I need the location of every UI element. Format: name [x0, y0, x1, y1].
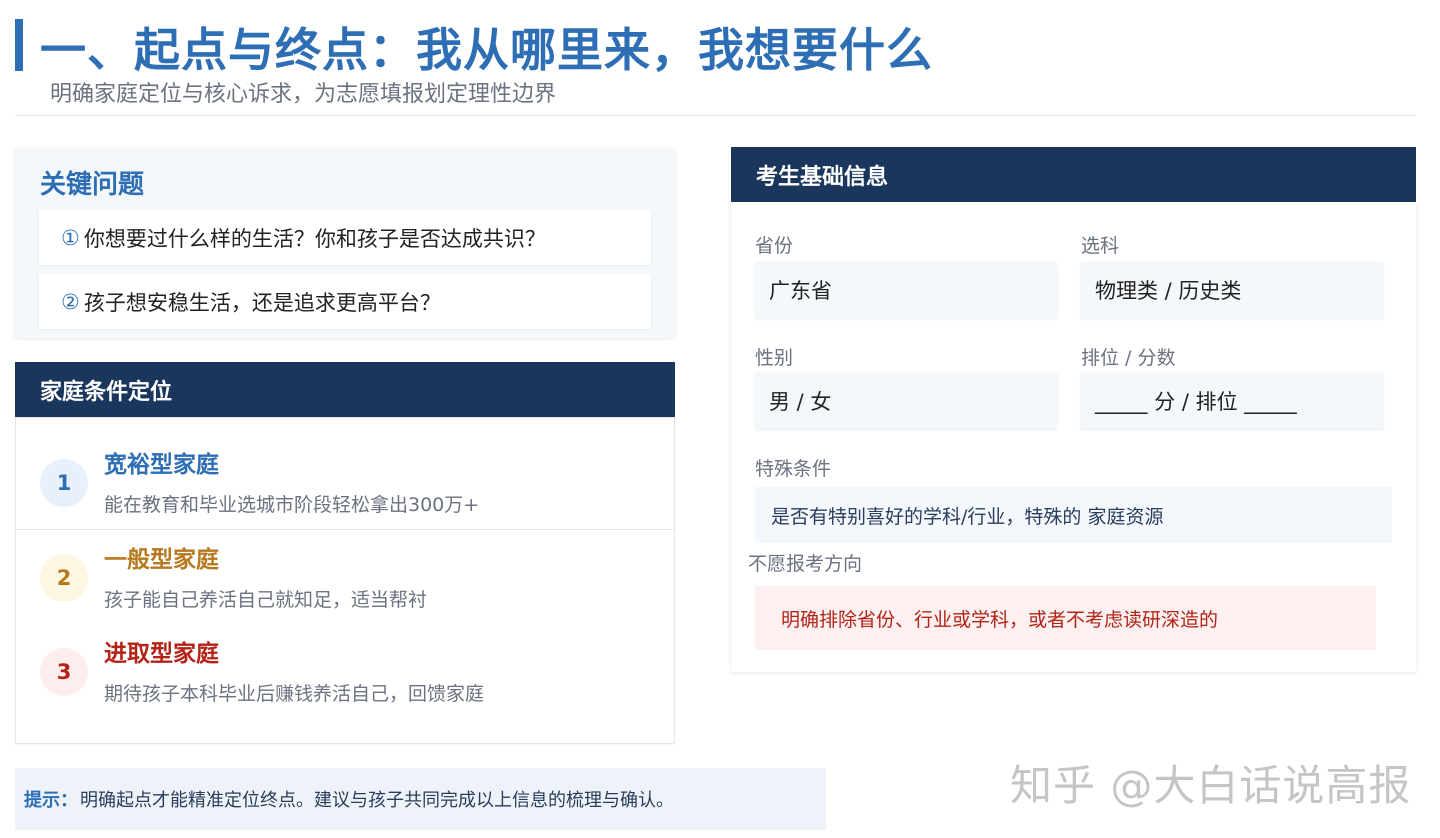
rank-score-field[interactable]: _____ 分 / 排位 _____ — [1081, 373, 1383, 429]
title-accent-bar — [15, 19, 23, 71]
slide: 一、起点与终点：我从哪里来，我想要什么 明确家庭定位与核心诉求，为志愿填报划定理… — [0, 0, 1440, 838]
gender-label: 性别 — [755, 347, 794, 369]
question-number: ① — [61, 225, 80, 250]
family-item: 2 一般型家庭 孩子能自己养活自己就知足，适当帮衬 — [16, 529, 674, 624]
page-title: 一、起点与终点：我从哪里来，我想要什么 — [40, 23, 933, 77]
tip-label: 提示： — [24, 790, 78, 811]
question-number: ② — [61, 289, 80, 314]
family-number-badge: 1 — [40, 459, 88, 507]
page-subtitle: 明确家庭定位与核心诉求，为志愿填报划定理性边界 — [50, 82, 557, 107]
family-type-desc: 能在教育和毕业选城市阶段轻松拿出300万+ — [104, 494, 480, 516]
family-type-desc: 孩子能自己养活自己就知足，适当帮衬 — [104, 589, 428, 611]
question-text: 你想要过什么样的生活？你和孩子是否达成共识？ — [83, 226, 546, 251]
family-type-title: 一般型家庭 — [104, 547, 219, 573]
province-label: 省份 — [755, 235, 794, 257]
student-info-header: 考生基础信息 — [731, 147, 1416, 202]
special-conditions-label: 特殊条件 — [755, 458, 832, 480]
family-type-title: 进取型家庭 — [104, 641, 219, 667]
key-questions-card: 关键问题 ① 你想要过什么样的生活？你和孩子是否达成共识？ ② 孩子想安稳生活，… — [15, 148, 675, 338]
subject-field[interactable]: 物理类 / 历史类 — [1081, 262, 1383, 318]
province-field[interactable]: 广东省 — [755, 262, 1057, 318]
rank-label: 排位 / 分数 — [1081, 347, 1176, 369]
excluded-directions-label: 不愿报考方向 — [748, 553, 863, 575]
key-questions-title: 关键问题 — [40, 170, 145, 200]
gender-field[interactable]: 男 / 女 — [755, 373, 1057, 429]
key-question-item: ① 你想要过什么样的生活？你和孩子是否达成共识？ — [39, 210, 651, 265]
family-item: 1 宽裕型家庭 能在教育和毕业选城市阶段轻松拿出300万+ — [16, 434, 674, 529]
family-list: 1 宽裕型家庭 能在教育和毕业选城市阶段轻松拿出300万+ 2 一般型家庭 孩子… — [15, 417, 675, 744]
question-text: 孩子想安稳生活，还是追求更高平台？ — [83, 290, 441, 315]
tip-text: 明确起点才能精准定位终点。建议与孩子共同完成以上信息的梳理与确认。 — [80, 790, 674, 811]
family-number-badge: 2 — [40, 554, 88, 602]
family-section-header: 家庭条件定位 — [15, 362, 675, 417]
excluded-directions-field[interactable]: 明确排除省份、行业或学科，或者不考虑读研深造的 — [755, 586, 1376, 650]
tip-box: 提示： 明确起点才能精准定位终点。建议与孩子共同完成以上信息的梳理与确认。 — [15, 768, 826, 830]
student-info-panel: 省份 广东省 选科 物理类 / 历史类 性别 男 / 女 排位 / 分数 ___… — [731, 202, 1416, 672]
family-number-badge: 3 — [40, 648, 88, 696]
subject-label: 选科 — [1081, 235, 1120, 257]
family-item: 3 进取型家庭 期待孩子本科毕业后赚钱养活自己，回馈家庭 — [16, 625, 674, 720]
header-divider — [15, 115, 1416, 116]
family-type-title: 宽裕型家庭 — [104, 452, 219, 478]
special-conditions-field[interactable]: 是否有特别喜好的学科/行业，特殊的 家庭资源 — [755, 487, 1392, 543]
key-question-item: ② 孩子想安稳生活，还是追求更高平台？ — [39, 274, 651, 329]
zhihu-watermark: 知乎 @大白话说高报 — [1010, 761, 1412, 810]
family-type-desc: 期待孩子本科毕业后赚钱养活自己，回馈家庭 — [104, 683, 485, 705]
